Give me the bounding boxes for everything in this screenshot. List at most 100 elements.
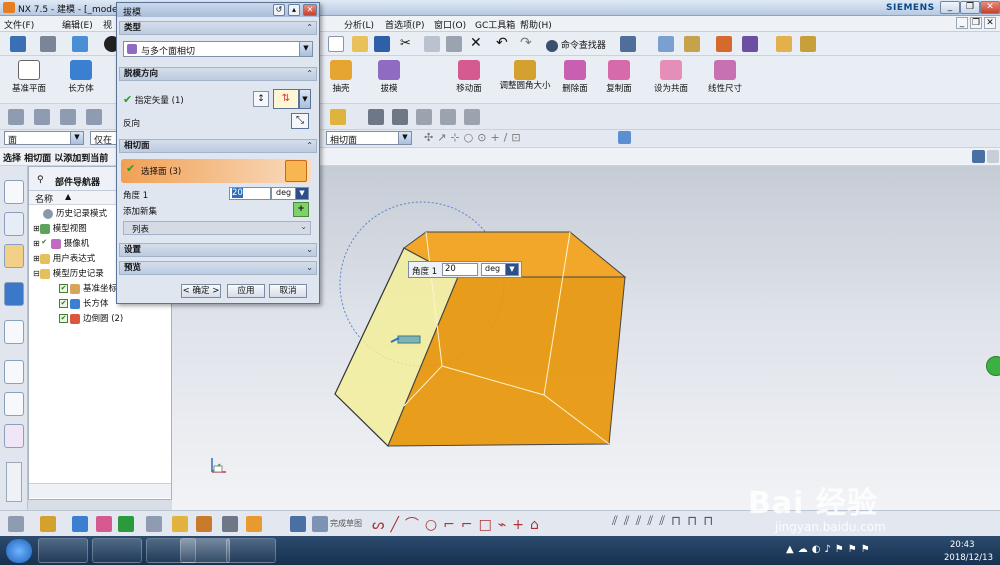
undo-icon[interactable]: ↶ [496,35,508,51]
shell-button[interactable]: 抽壳 [314,60,368,94]
history-icon[interactable] [4,320,24,344]
sketch-icon[interactable] [290,516,306,532]
delete-icon[interactable]: ✕ [470,35,482,51]
suppress-feature-icon[interactable] [86,109,102,125]
angle-input[interactable]: 20 [229,187,271,200]
paste-icon[interactable] [446,36,462,52]
check-icon[interactable]: ✔ [40,239,49,248]
finish-sketch-icon[interactable] [312,516,328,532]
move-face-button[interactable]: 移动面 [442,60,496,94]
reverse-vector-small-icon[interactable]: ↕ [253,91,269,107]
face-edit-icon[interactable] [368,109,384,125]
copy-face-button[interactable]: 复制面 [592,60,646,94]
section-tangent-faces-header[interactable]: 相切面 ⌃ [119,139,317,153]
status-orb-icon[interactable] [986,356,1000,376]
taskbar-app-explorer[interactable] [38,538,88,563]
info-icon[interactable] [620,36,636,52]
close-button[interactable]: ✕ [980,1,1000,14]
angle-popup-unit-select[interactable]: deg ▼ [481,263,519,276]
make-coplanar-button[interactable]: 设为共面 [644,60,698,94]
vector-handle[interactable] [397,335,421,344]
component-icon[interactable] [172,516,188,532]
reverse-direction-button[interactable]: ⤡ [291,113,309,129]
select-face-row[interactable]: ✔ 选择面 (3) [121,159,311,183]
system-materials-icon[interactable] [4,392,24,416]
blend-icon[interactable] [40,516,56,532]
layer-icon[interactable] [658,36,674,52]
cancel-button[interactable]: 取消 [269,284,307,298]
save-icon[interactable] [374,36,390,52]
tree-row-block[interactable]: ✔ 长方体 [59,297,109,312]
linear-dimension-button[interactable]: 线性尺寸 [698,60,752,94]
open-file-icon[interactable] [352,36,368,52]
section-type-header[interactable]: 类型 ⌃ [119,21,317,35]
start-orb-icon[interactable] [6,539,32,563]
minimize-button[interactable]: _ [940,1,960,14]
shaded-icon[interactable] [72,36,88,52]
maximize-button[interactable]: ❐ [960,1,980,14]
transform-icon[interactable] [96,516,112,532]
menu-gc-toolbox[interactable]: GC工具箱 [475,18,515,31]
constraint-icon[interactable] [196,516,212,532]
new-file-icon[interactable] [328,36,344,52]
clock-date[interactable]: 2018/12/13 [944,553,993,563]
snap-point-icons[interactable]: ✣↗⊹○⊙+/⊡ [424,131,525,144]
menu-analysis[interactable]: 分析(L) [344,18,374,31]
visibility-checkbox[interactable]: ✔ [59,299,68,308]
analysis-icon[interactable] [716,36,732,52]
hole-icon[interactable] [222,516,238,532]
list-expander[interactable]: 列表 ⌄ [123,221,311,235]
tree-row-edge-blend[interactable]: ✔ 边倒圆 (2) [59,312,123,327]
measure-icon[interactable] [776,36,792,52]
tree-row-history-mode[interactable]: 历史记录模式 [43,207,107,222]
ruler-icon[interactable] [800,36,816,52]
expand-plus-icon[interactable]: ⊞ [33,224,40,233]
palette-icon[interactable] [4,424,24,448]
menu-help[interactable]: 帮助(H) [520,18,552,31]
taskbar-app-paint[interactable] [92,538,142,563]
tree-row-model-views[interactable]: ⊞ 模型视图 [33,222,87,237]
system-tray-icons[interactable]: ▲☁◐♪⚑⚑⚑ [786,544,926,558]
pattern-icon[interactable] [246,516,262,532]
pin-icon[interactable]: ⚲ [37,175,44,185]
add-new-set-button[interactable]: + [293,202,309,217]
feature-icon[interactable] [8,516,24,532]
command-finder-button[interactable]: 命令查找器 [546,38,606,52]
wcs-icon[interactable] [684,36,700,52]
apply-button[interactable]: 应用 [227,284,265,298]
datum-plane-button[interactable]: 基准平面 [2,60,56,94]
start-icon[interactable] [10,36,26,52]
section-preview-header[interactable]: 预览 ⌄ [119,261,317,275]
redo-icon[interactable]: ↷ [520,35,532,51]
type-select[interactable]: 与多个面相切 ▼ [123,41,313,57]
extrude-icon[interactable] [72,516,88,532]
sketch-edit-icons[interactable]: ⫽⫽⫽⫽⫽⊓⊓⊓ [612,514,719,529]
cut-icon[interactable]: ✂ [400,36,411,51]
taskbar-app-browser[interactable] [226,538,276,563]
menu-file[interactable]: 文件(F) [4,18,34,31]
tree-row-datum-csys[interactable]: ✔ 基准坐标 [59,282,117,297]
collapse-minus-icon[interactable]: ⊟ [33,269,40,278]
doc-close-button[interactable]: ✕ [984,17,996,29]
chevron-down-icon[interactable]: ▼ [299,89,311,109]
copy-icon[interactable] [424,36,440,52]
type-filter-select[interactable]: 面 ▼ [4,131,84,146]
triangle-icon[interactable] [416,109,432,125]
clock-time[interactable]: 20:43 [950,540,975,550]
menu-edit[interactable]: 编辑(E) [62,18,93,31]
section-draw-direction-header[interactable]: 脱模方向 ⌃ [119,67,317,81]
cylinder-icon[interactable] [464,109,480,125]
reset-icon[interactable]: ↺ [273,4,285,16]
expand-plus-icon[interactable]: ⊞ [33,239,40,248]
section-settings-header[interactable]: 设置 ⌄ [119,243,317,257]
view-icon[interactable] [972,150,985,163]
visibility-checkbox[interactable]: ✔ [59,314,68,323]
assembly-navigator-icon[interactable] [4,180,24,204]
taskbar-app-nx[interactable] [180,538,230,563]
dialog-titlebar[interactable]: 拔模 ↺ ▴ ✕ [117,3,319,18]
edit-parameters-icon[interactable] [34,109,50,125]
move-object-icon[interactable] [118,516,134,532]
replace-face-icon[interactable] [440,109,456,125]
ok-button[interactable]: < 确定 > [181,284,221,298]
expand-plus-icon[interactable]: ⊞ [33,254,40,263]
